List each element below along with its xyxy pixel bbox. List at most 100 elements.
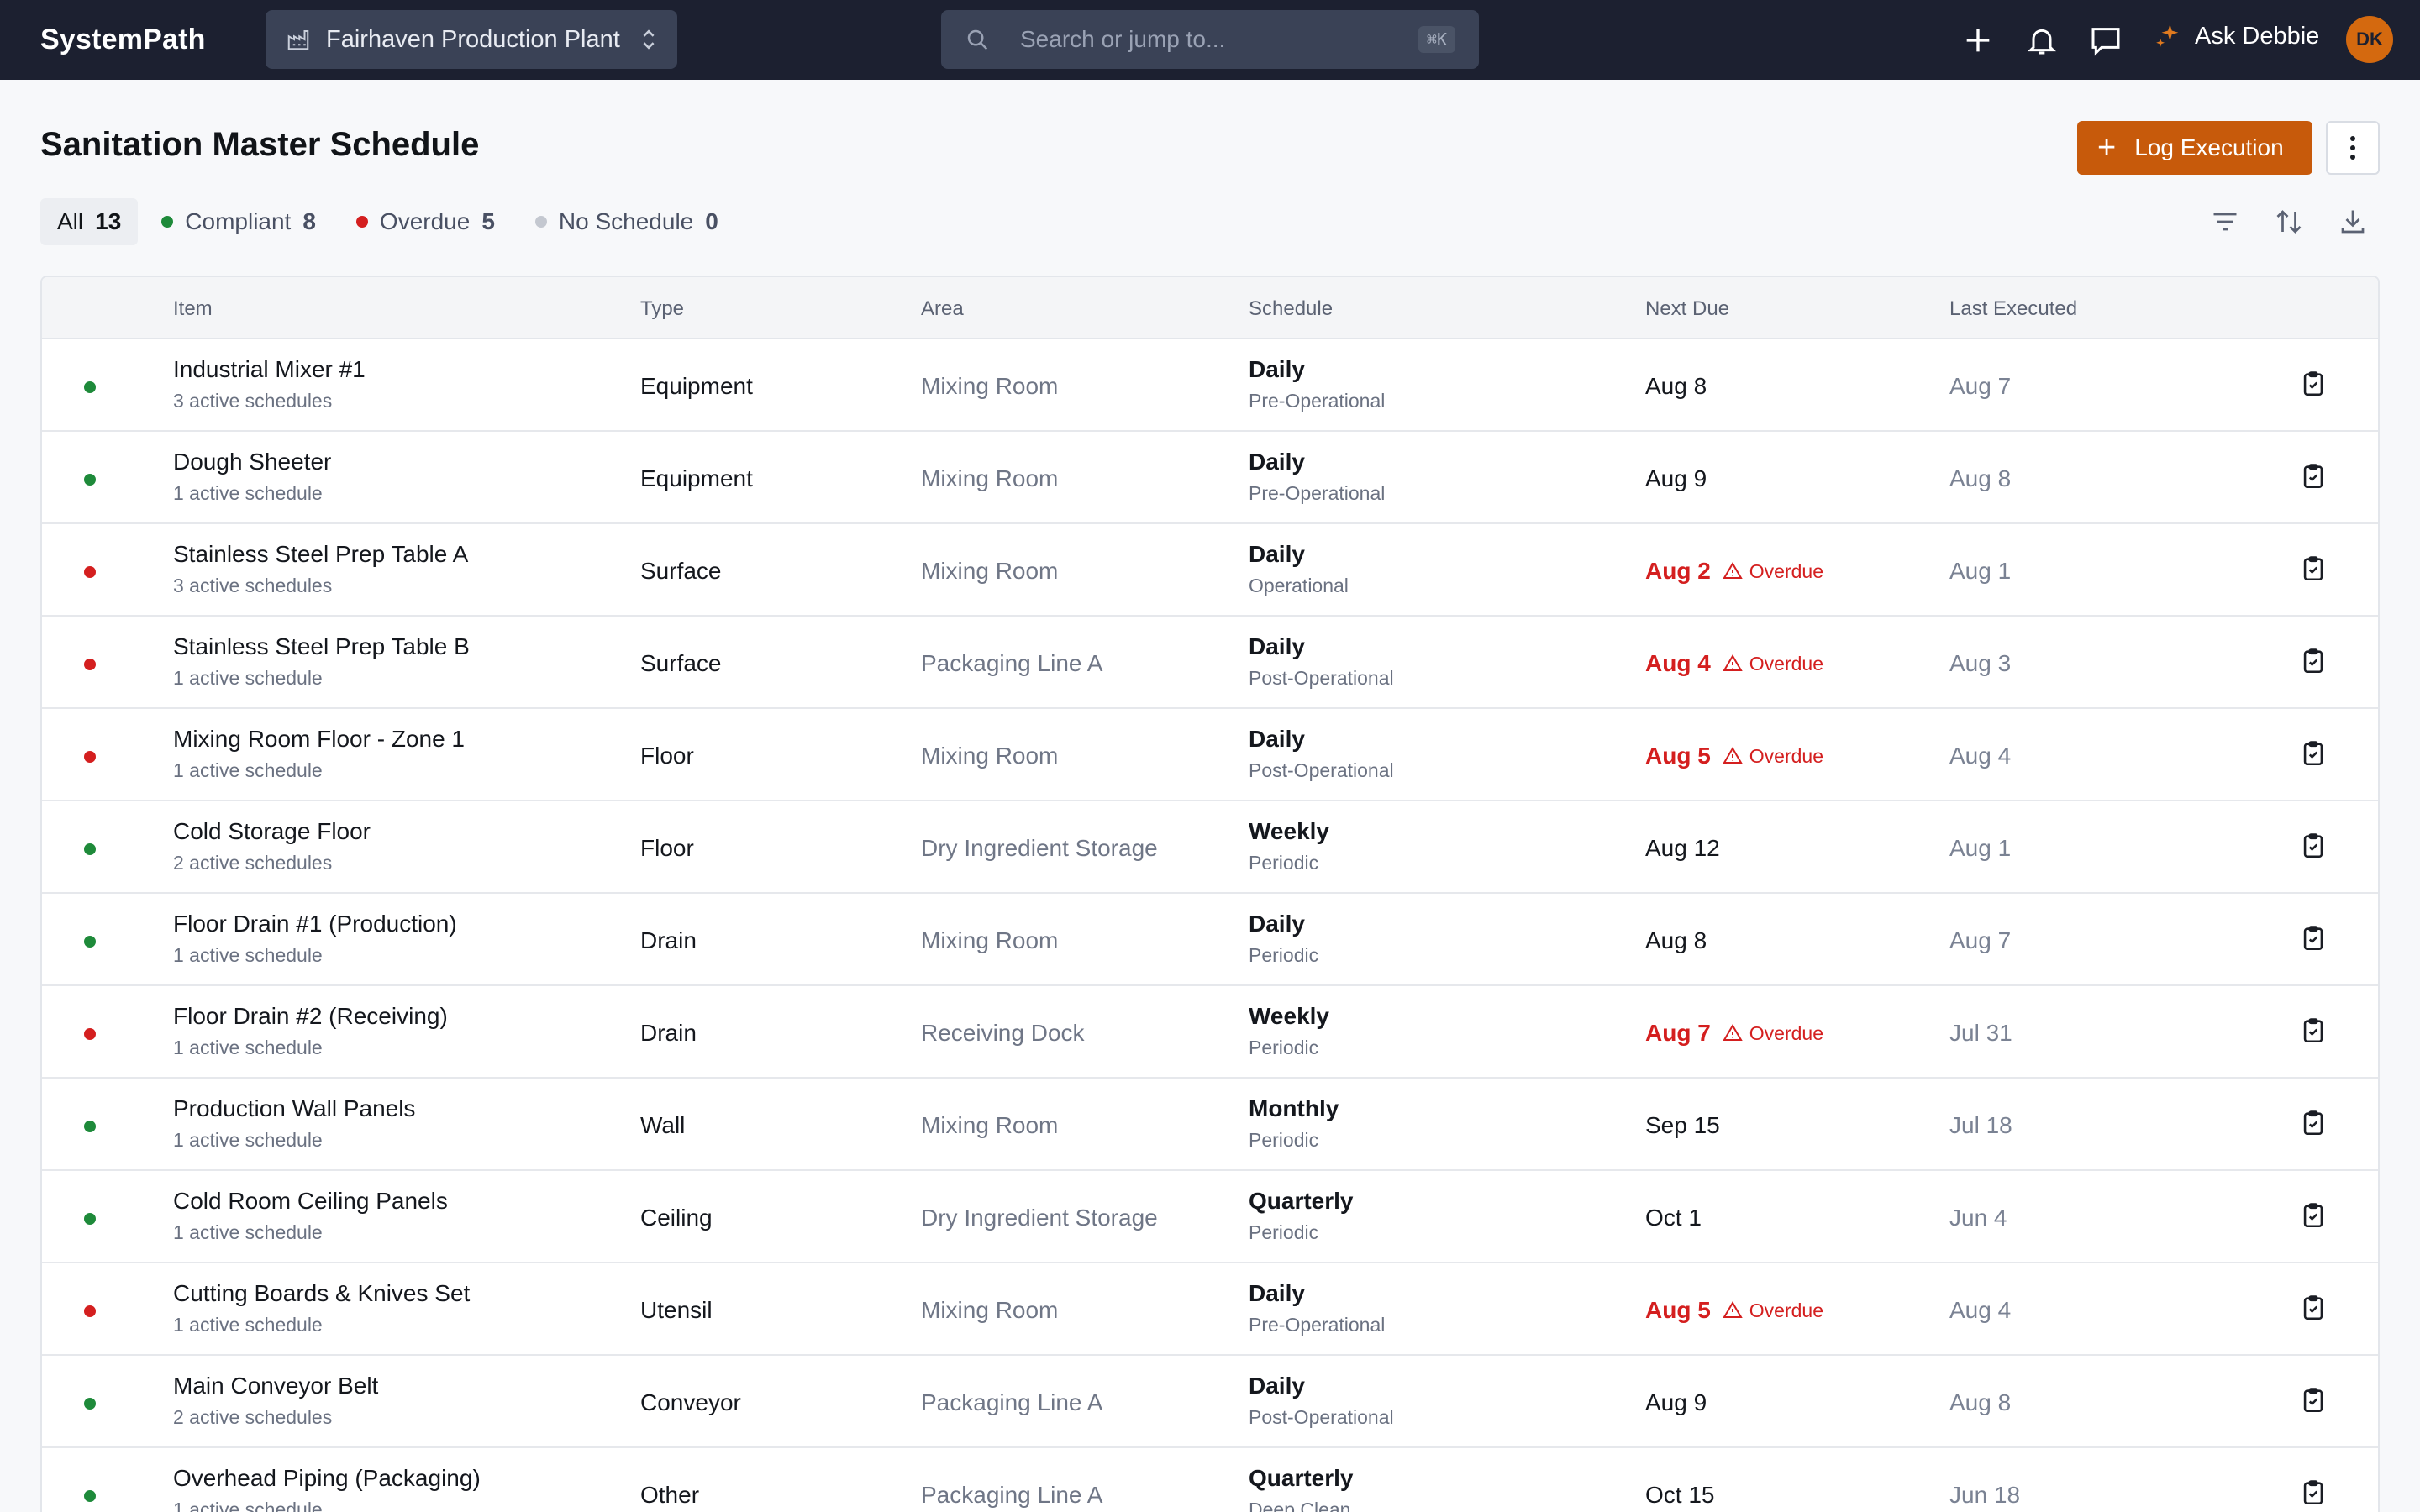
schedule-frequency: Weekly (1249, 1003, 1329, 1029)
table-row[interactable]: Stainless Steel Prep Table B 1 active sch… (42, 617, 2378, 709)
search-shortcut: ⌘K (1418, 26, 1455, 53)
item-name[interactable]: Overhead Piping (Packaging) (173, 1465, 481, 1492)
item-name[interactable]: Stainless Steel Prep Table A (173, 541, 468, 568)
clipboard-check-icon[interactable] (2299, 832, 2328, 862)
table-row[interactable]: Overhead Piping (Packaging) 1 active sche… (42, 1448, 2378, 1512)
item-name[interactable]: Floor Drain #1 (Production) (173, 911, 457, 937)
table-row[interactable]: Production Wall Panels 1 active schedule W… (42, 1079, 2378, 1171)
clipboard-check-icon[interactable] (2299, 1478, 2328, 1509)
last-executed-cell: Aug 3 (1949, 650, 2012, 676)
filter-icon[interactable] (2210, 207, 2240, 237)
download-icon[interactable] (2338, 207, 2368, 237)
item-cell: Floor Drain #1 (Production) 1 active sche… (173, 911, 457, 967)
item-cell: Main Conveyor Belt 2 active schedules (173, 1373, 378, 1429)
ask-debbie-button[interactable]: Ask Debbie (2154, 22, 2319, 50)
table-row[interactable]: Stainless Steel Prep Table A 3 active sch… (42, 524, 2378, 617)
next-due-date: Aug 7 (1645, 1020, 1711, 1046)
filter-count: 0 (705, 208, 718, 234)
next-due-date: Aug 5 (1645, 743, 1711, 769)
item-name[interactable]: Cold Room Ceiling Panels (173, 1188, 448, 1215)
column-next-due[interactable]: Next Due (1645, 297, 1729, 321)
filter-tab-overdue[interactable]: Overdue 5 (339, 198, 512, 245)
clipboard-check-icon[interactable] (2299, 1016, 2328, 1047)
plant-selector[interactable]: Fairhaven Production Plant (266, 10, 677, 69)
item-cell: Cutting Boards & Knives Set 1 active sche… (173, 1280, 470, 1336)
item-name[interactable]: Mixing Room Floor - Zone 1 (173, 726, 465, 753)
type-cell: Utensil (640, 1297, 713, 1323)
schedule-cell: Weekly Periodic (1249, 1003, 1329, 1059)
table-row[interactable]: Dough Sheeter 1 active schedule Equipment M… (42, 432, 2378, 524)
type-cell: Drain (640, 1020, 697, 1046)
search-input[interactable]: Search or jump to... ⌘K (941, 10, 1479, 69)
column-item[interactable]: Item (173, 297, 213, 321)
next-due-date: Oct 15 (1645, 1482, 1715, 1508)
clipboard-check-icon[interactable] (2299, 924, 2328, 954)
status-dot (84, 1305, 96, 1317)
last-executed-cell: Aug 4 (1949, 1297, 2012, 1323)
clipboard-check-icon[interactable] (2299, 647, 2328, 677)
schedule-frequency: Daily (1249, 541, 1305, 567)
column-last-executed[interactable]: Last Executed (1949, 297, 2077, 321)
filter-count: 13 (95, 208, 122, 234)
schedule-frequency: Daily (1249, 726, 1305, 752)
table-row[interactable]: Floor Drain #1 (Production) 1 active sche… (42, 894, 2378, 986)
item-name[interactable]: Stainless Steel Prep Table B (173, 633, 470, 660)
item-name[interactable]: Dough Sheeter (173, 449, 331, 475)
chat-icon[interactable] (2089, 24, 2123, 57)
item-name[interactable]: Industrial Mixer #1 (173, 356, 366, 383)
overdue-label: Overdue (1749, 652, 1823, 675)
status-dot (84, 659, 96, 670)
app-logo[interactable]: SystemPath (40, 24, 206, 56)
table-row[interactable]: Floor Drain #2 (Receiving) 1 active sched… (42, 986, 2378, 1079)
column-area[interactable]: Area (921, 297, 964, 321)
clipboard-check-icon[interactable] (2299, 554, 2328, 585)
filter-tab-no-schedule[interactable]: No Schedule 0 (518, 198, 735, 245)
status-dot (355, 216, 368, 228)
bell-icon[interactable] (2025, 24, 2059, 57)
item-name[interactable]: Cold Storage Floor (173, 818, 371, 845)
item-name[interactable]: Floor Drain #2 (Receiving) (173, 1003, 448, 1030)
clipboard-check-icon[interactable] (2299, 1386, 2328, 1416)
overdue-badge: Overdue (1723, 745, 1823, 768)
more-options-button[interactable] (2326, 121, 2380, 175)
item-cell: Production Wall Panels 1 active schedule (173, 1095, 415, 1152)
plant-name: Fairhaven Production Plant (326, 25, 620, 53)
overdue-label: Overdue (1749, 559, 1823, 582)
log-execution-button[interactable]: + Log Execution (2077, 121, 2312, 175)
filter-label: Overdue (379, 208, 471, 234)
table-row[interactable]: Industrial Mixer #1 3 active schedules Equ… (42, 339, 2378, 432)
warning-icon (1723, 654, 1743, 671)
column-type[interactable]: Type (640, 297, 684, 321)
clipboard-check-icon[interactable] (2299, 370, 2328, 400)
table-row[interactable]: Cold Room Ceiling Panels 1 active schedul… (42, 1171, 2378, 1263)
item-name[interactable]: Main Conveyor Belt (173, 1373, 378, 1399)
clipboard-check-icon[interactable] (2299, 739, 2328, 769)
type-cell: Surface (640, 558, 722, 584)
plus-icon[interactable] (1961, 24, 1995, 57)
column-schedule[interactable]: Schedule (1249, 297, 1333, 321)
clipboard-check-icon[interactable] (2299, 1201, 2328, 1231)
avatar[interactable]: DK (2346, 16, 2393, 63)
table-row[interactable]: Main Conveyor Belt 2 active schedules Conv… (42, 1356, 2378, 1448)
clipboard-check-icon[interactable] (2299, 1294, 2328, 1324)
last-executed-cell: Jul 31 (1949, 1020, 2012, 1046)
clipboard-check-icon[interactable] (2299, 462, 2328, 492)
table-row[interactable]: Cutting Boards & Knives Set 1 active sche… (42, 1263, 2378, 1356)
item-name[interactable]: Production Wall Panels (173, 1095, 415, 1122)
clipboard-check-icon[interactable] (2299, 1109, 2328, 1139)
item-name[interactable]: Cutting Boards & Knives Set (173, 1280, 470, 1307)
schedule-cell: Daily Post-Operational (1249, 1373, 1394, 1429)
filter-tab-compliant[interactable]: Compliant 8 (145, 198, 333, 245)
table-row[interactable]: Mixing Room Floor - Zone 1 1 active sched… (42, 709, 2378, 801)
filter-tab-all[interactable]: All 13 (40, 198, 139, 245)
item-schedule-count: 1 active schedule (173, 1221, 323, 1243)
table-row[interactable]: Cold Storage Floor 2 active schedules Floo… (42, 801, 2378, 894)
type-cell: Floor (640, 835, 694, 861)
warning-icon (1723, 1301, 1743, 1318)
next-due-date: Sep 15 (1645, 1112, 1720, 1138)
sort-icon[interactable] (2274, 207, 2304, 237)
status-dot (84, 843, 96, 855)
item-schedule-count: 1 active schedule (173, 1037, 323, 1058)
item-schedule-count: 3 active schedules (173, 390, 333, 412)
item-schedule-count: 1 active schedule (173, 1314, 323, 1336)
